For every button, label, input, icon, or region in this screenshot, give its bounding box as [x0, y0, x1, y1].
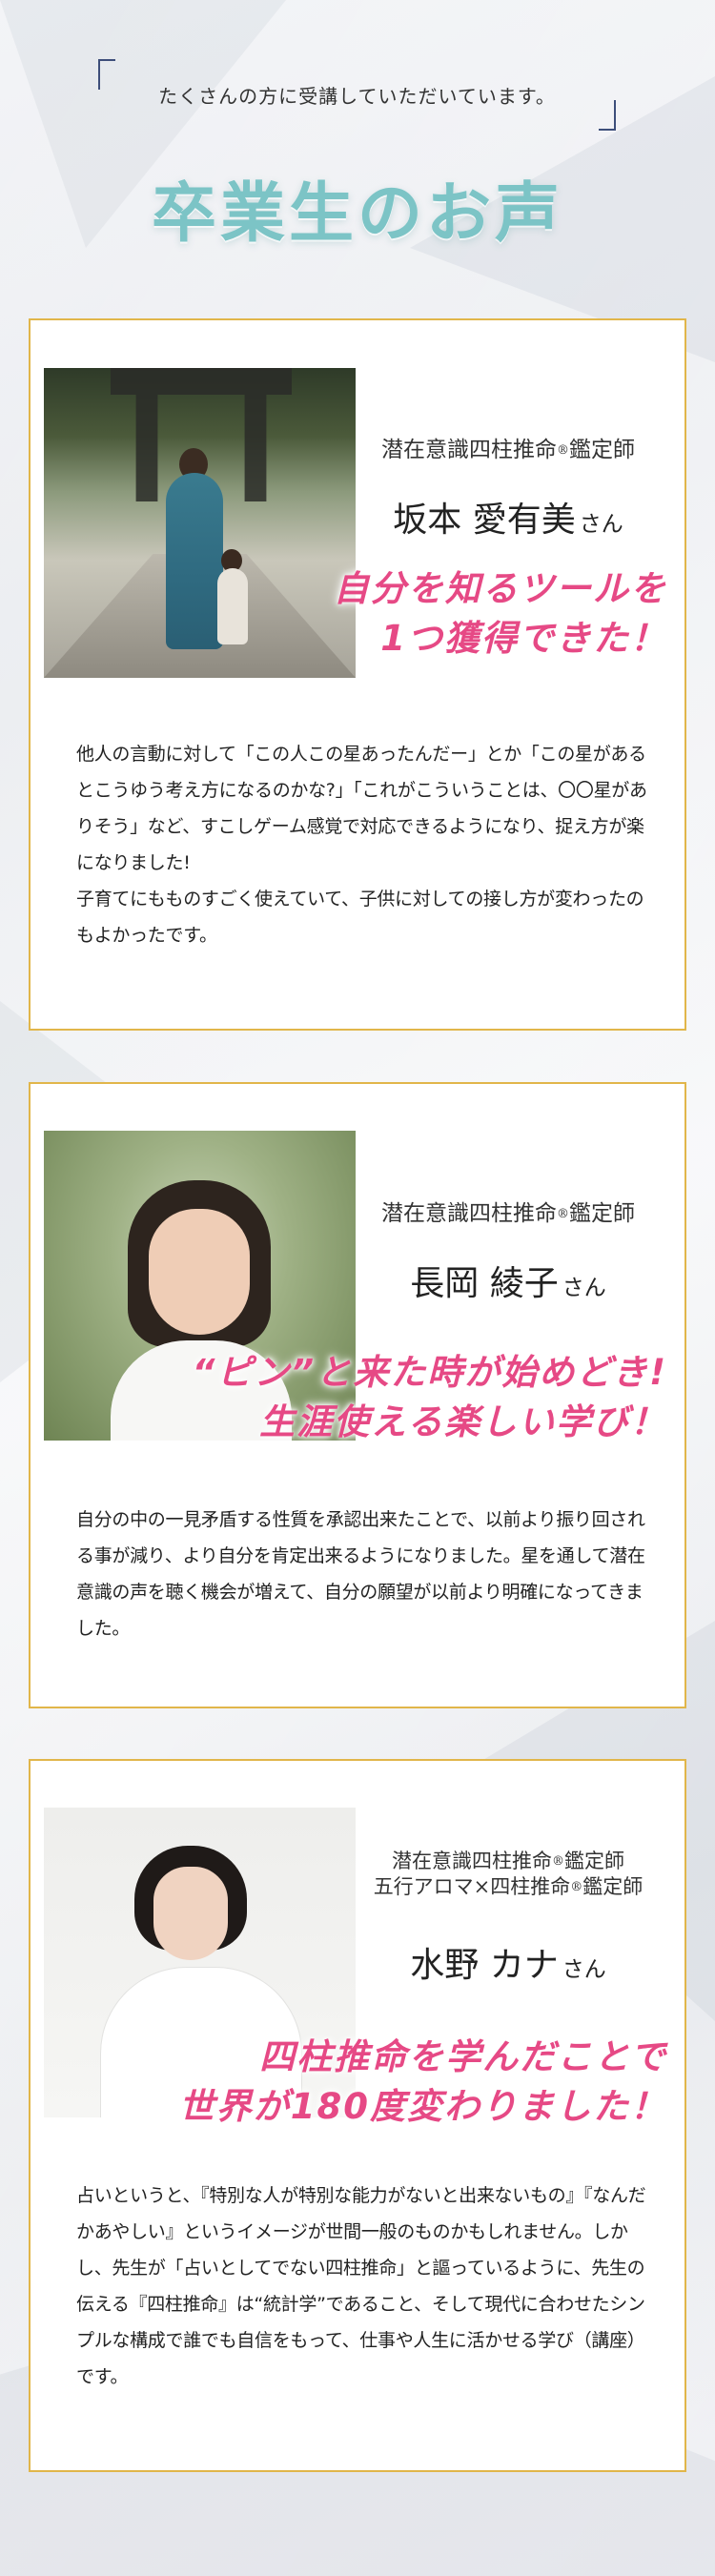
- testimonial-card: 潜在意識四柱推命®鑑定師 坂本 愛有美 さん 自分を知るツールを 1つ獲得できた！…: [29, 318, 686, 1031]
- role-title: 潜在意識四柱推命®鑑定師 五行アロマ×四柱推命®鑑定師: [373, 1850, 644, 1899]
- testimonial-body: 他人の言動に対して「この人この星あったんだー」とか「この星があるとこうゆう考え方…: [76, 744, 647, 946]
- testimonial-card: 潜在意識四柱推命®鑑定師 五行アロマ×四柱推命®鑑定師 水野 カナ さん 四柱推命…: [29, 1759, 686, 2472]
- intro-banner: たくさんの方に受講していただいています。: [98, 59, 616, 131]
- bracket-top-left: [98, 59, 115, 90]
- page-title: 卒業生のお声: [151, 175, 563, 252]
- role-title: 潜在意識四柱推命®鑑定師: [381, 1201, 635, 1226]
- portrait-face: [149, 1209, 250, 1335]
- catchphrase: “ピン”と来た時が始めどき! 生涯使える楽しい学び！: [192, 1352, 667, 1442]
- catchphrase: 自分を知るツールを 1つ獲得できた！: [333, 568, 667, 659]
- mother-figure: [166, 473, 223, 649]
- role-title: 潜在意識四柱推命®鑑定師: [381, 438, 635, 462]
- graduate-name: 長岡 綾子 さん: [410, 1264, 606, 1303]
- intro-text: たくさんの方に受講していただいています。: [158, 85, 556, 108]
- bracket-bottom-right: [599, 100, 616, 131]
- catchphrase: 四柱推命を学んだことで 世界が180度変わりました！: [178, 2036, 667, 2127]
- testimonial-body: 自分の中の一見矛盾する性質を承認出来たことで、以前より振り回される事が減り、より…: [76, 1509, 645, 1639]
- portrait-face: [153, 1867, 228, 1960]
- testimonial-card: 潜在意識四柱推命®鑑定師 長岡 綾子 さん “ピン”と来た時が始めどき! 生涯使え…: [29, 1082, 686, 1708]
- testimonial-body: 占いというと、『特別な人が特別な能力がないと出来ないもの』『なんだかあやしい』と…: [76, 2185, 646, 2387]
- graduate-name: 水野 カナ さん: [410, 1946, 606, 1985]
- graduate-name: 坂本 愛有美 さん: [393, 501, 623, 540]
- child-figure: [217, 568, 248, 644]
